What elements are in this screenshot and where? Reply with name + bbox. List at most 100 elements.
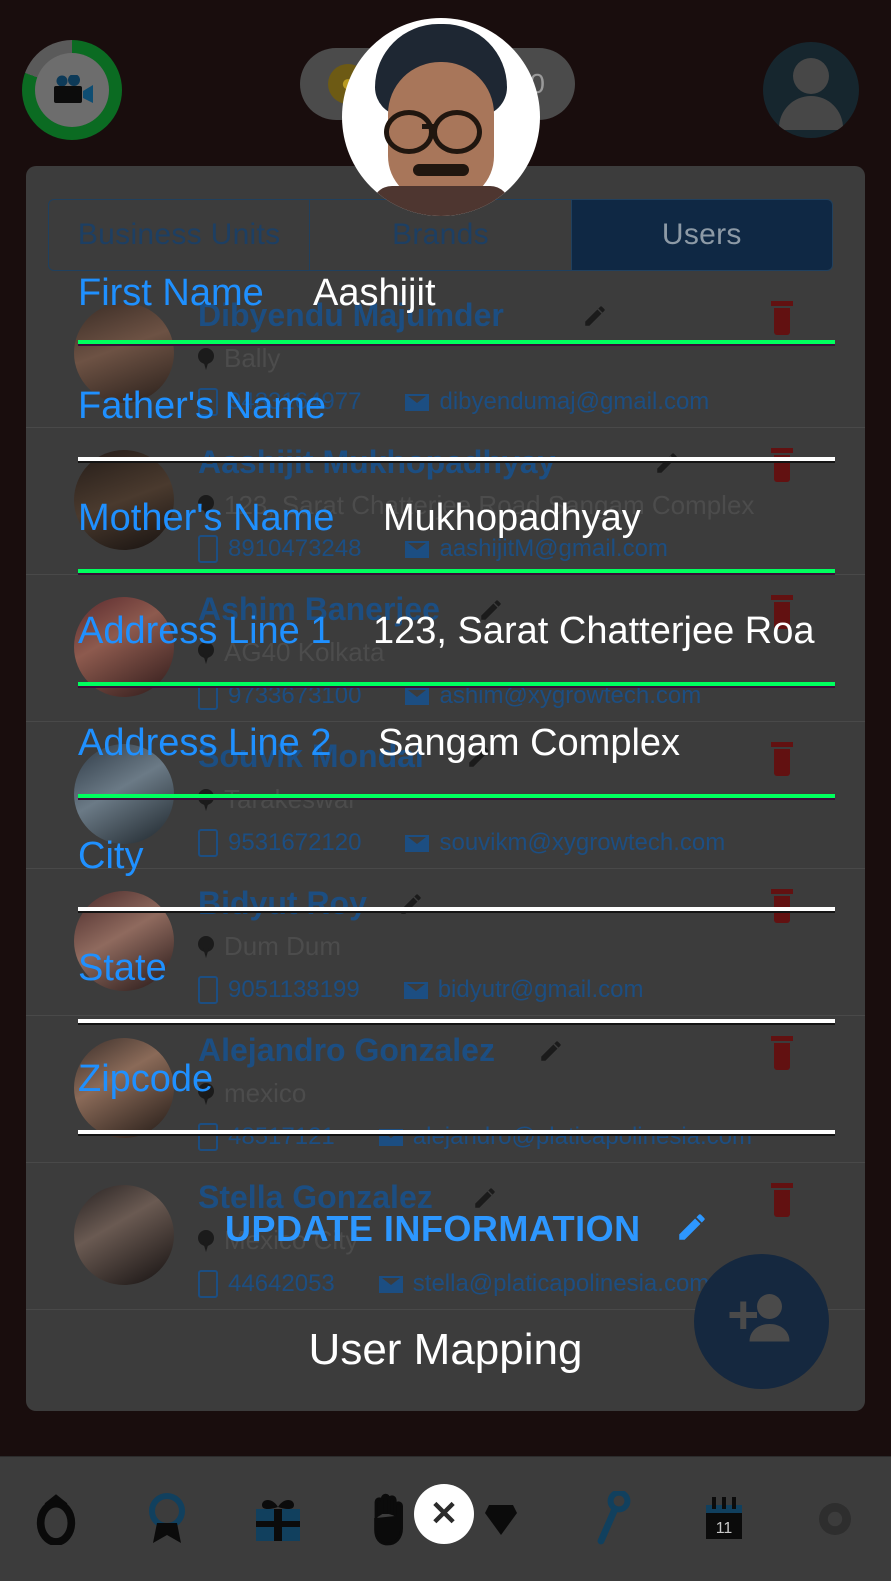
user-email: souvikm@xygrowtech.com [439,829,726,856]
delete-user-button[interactable] [769,742,795,776]
tab-users[interactable]: Users [570,200,832,270]
delete-user-button[interactable] [769,1183,795,1217]
user-phone: 44642053 [228,1270,335,1297]
email-icon [403,981,428,999]
main-panel: Business Units Brands Users Dibyendu Maj… [26,166,865,1411]
location-pin-icon [198,641,214,664]
delete-user-button[interactable] [769,595,795,629]
table-row[interactable]: Bidyut Roy Dum Dum 9051138199 bidyutr@gm… [26,869,865,1016]
coin-icon: ● [328,64,368,104]
email-icon [378,1275,403,1293]
record-icon-circle [35,53,109,127]
gift-icon[interactable] [246,1487,310,1551]
ring-icon[interactable] [24,1487,88,1551]
user-phone: 9433164977 [228,388,362,415]
top-bar: ● 50 [0,0,891,168]
location-pin-icon [198,494,214,517]
phone-icon [198,535,218,563]
user-location: Mexico City [198,1225,358,1256]
avatar-body [779,96,843,130]
phone-icon [198,1270,218,1298]
table-row[interactable]: Alejandro Gonzalez mexico 48517121 aleja… [26,1016,865,1163]
user-email: alejandro@platicapolinesia.com [412,1123,753,1150]
user-phone: 9733673100 [228,682,362,709]
close-button[interactable]: ✕ [414,1484,474,1544]
location-pin-icon [198,788,214,811]
user-location: Dum Dum [198,931,341,962]
user-list: Dibyendu Majumder Bally 9433164977 dibye… [26,281,865,1310]
table-row[interactable]: Ashim Banerjee AG40 Kolkata 9733673100 a… [26,575,865,722]
location-pin-icon [198,1082,214,1105]
avatar [74,597,174,697]
delete-user-button[interactable] [769,301,795,335]
tab-brands[interactable]: Brands [309,200,570,270]
email-icon [405,540,430,558]
delete-user-button[interactable] [769,889,795,923]
edit-user-icon[interactable] [582,303,608,334]
coin-balance-value: 50 [513,68,545,99]
edit-user-icon[interactable] [538,1038,564,1069]
table-row[interactable]: Souvik Mondal Tarakeswar 9531672120 souv… [26,722,865,869]
location-pin-icon [198,347,214,370]
phone-icon [198,388,218,416]
location-pin-icon [198,935,214,958]
user-name: Aashijit Mukhopadhyay [198,444,556,480]
user-location: mexico [198,1078,306,1109]
user-location-text: Bally [224,343,281,373]
table-row[interactable]: Stella Gonzalez Mexico City 44642053 ste… [26,1163,865,1310]
delete-user-button[interactable] [769,1036,795,1070]
user-phone: 9531672120 [228,829,362,856]
calendar-icon[interactable]: 11 [692,1487,756,1551]
user-location: Tarakeswar [198,784,357,815]
user-location: AG40 Kolkata [198,637,384,668]
user-contact: 9531672120 souvikm@xygrowtech.com [198,829,725,857]
user-contact: 48517121 alejandro@platicapolinesia.com [198,1123,752,1151]
user-email: bidyutr@gmail.com [437,976,644,1003]
key-icon[interactable] [581,1487,645,1551]
email-icon [378,1128,403,1146]
user-name: Dibyendu Majumder [198,297,504,333]
phone-icon [198,1123,218,1151]
record-progress-button[interactable] [22,40,122,140]
user-email: stella@platicapolinesia.com [412,1270,710,1297]
diamond-icon[interactable] [469,1487,533,1551]
user-email: dibyendumaj@gmail.com [439,388,710,415]
user-location-text: Dum Dum [224,931,342,961]
tab-bar: Business Units Brands Users [48,199,833,271]
edit-user-icon[interactable] [398,891,424,922]
avatar-head [793,58,829,94]
hand-icon[interactable] [358,1487,422,1551]
user-location: 123, Sarat Chatterjee Road Sangam Comple… [198,490,754,521]
user-location-text: Mexico City [224,1225,359,1255]
badge-award-icon[interactable] [135,1487,199,1551]
profile-avatar-icon[interactable] [763,42,859,138]
user-contact: 9733673100 ashim@xygrowtech.com [198,682,701,710]
phone-icon [198,829,218,857]
user-email: aashijitM@gmail.com [439,535,668,562]
svg-text:11: 11 [716,1520,733,1537]
user-name: Stella Gonzalez [198,1179,433,1215]
user-location: Bally [198,343,280,374]
edit-user-icon[interactable] [478,597,504,628]
table-row[interactable]: Aashijit Mukhopadhyay 123, Sarat Chatter… [26,428,865,575]
avatar [74,303,174,403]
app-root: ● 50 Business Units Brands Users Dibyend… [0,0,891,1581]
user-location-text: 123, Sarat Chatterjee Road Sangam Comple… [224,490,755,520]
user-phone: 48517121 [228,1123,335,1150]
edit-user-icon[interactable] [472,1185,498,1216]
user-location-text: AG40 Kolkata [224,637,385,667]
delete-user-button[interactable] [769,448,795,482]
user-name: Alejandro Gonzalez [198,1032,495,1068]
user-phone: 8910473248 [228,535,362,562]
gear-icon[interactable] [803,1487,867,1551]
table-row[interactable]: Dibyendu Majumder Bally 9433164977 dibye… [26,281,865,428]
user-contact: 44642053 stella@platicapolinesia.com [198,1270,709,1298]
phone-icon [198,682,218,710]
tab-business-units[interactable]: Business Units [49,200,309,270]
edit-user-icon[interactable] [654,450,680,481]
edit-user-icon[interactable] [466,744,492,775]
user-name: Bidyut Roy [198,885,367,921]
coin-balance-pill[interactable]: ● 50 [300,48,575,120]
user-name: Souvik Mondal [198,738,424,774]
user-location-text: Tarakeswar [224,784,357,814]
